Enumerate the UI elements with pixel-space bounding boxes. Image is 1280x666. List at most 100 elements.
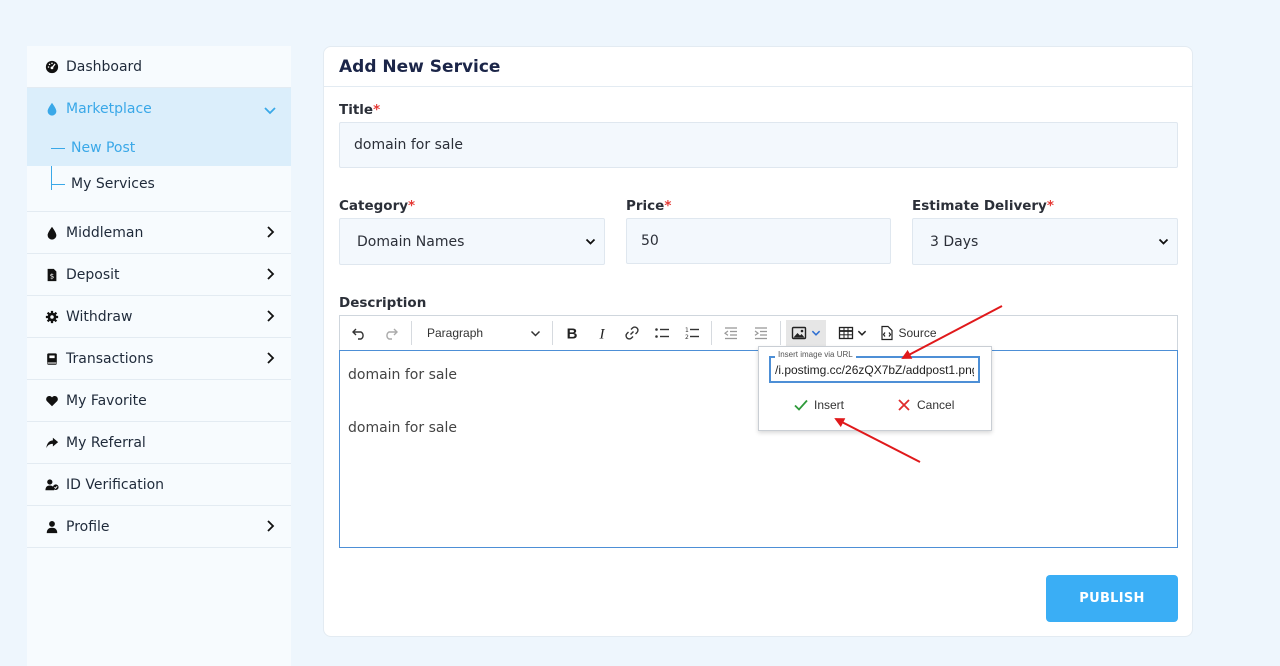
redo-button[interactable]: [376, 320, 406, 347]
heading-select[interactable]: Paragraph: [417, 320, 547, 347]
share-icon: [44, 435, 60, 451]
gear-icon: [44, 309, 60, 325]
svg-text:B: B: [567, 326, 578, 342]
toolbar-separator: [711, 321, 712, 345]
subitem-label: New Post: [71, 140, 136, 156]
sidebar-item-middleman[interactable]: Middleman: [27, 212, 291, 254]
required-mark: *: [408, 198, 416, 214]
link-icon: [625, 326, 639, 340]
sidebar-item-my-favorite[interactable]: My Favorite: [27, 380, 291, 422]
insert-table-button[interactable]: [833, 320, 871, 347]
svg-text:1: 1: [685, 327, 689, 334]
chevron-right-icon: [267, 352, 275, 364]
sidebar-item-deposit[interactable]: $ Deposit: [27, 254, 291, 296]
add-service-card: Add New Service Title* domain for sale C…: [323, 46, 1193, 637]
chevron-down-icon: [857, 330, 866, 336]
sidebar-item-id-verification[interactable]: ID Verification: [27, 464, 291, 506]
marketplace-submenu: New Post My Services: [27, 130, 291, 212]
redo-icon: [386, 328, 398, 340]
sidebar-item-profile[interactable]: Profile: [27, 506, 291, 548]
bulleted-list-button[interactable]: [648, 320, 676, 347]
undo-icon: [352, 328, 364, 340]
category-value: Domain Names: [357, 233, 465, 250]
delivery-label-text: Estimate Delivery: [912, 198, 1047, 214]
title-label-text: Title: [339, 102, 374, 118]
price-label: Price*: [626, 198, 671, 214]
insert-label: Insert: [814, 398, 845, 412]
sidebar-item-label: Withdraw: [66, 308, 133, 325]
image-icon: [791, 326, 807, 340]
sidebar-item-my-referral[interactable]: My Referral: [27, 422, 291, 464]
outdent-icon: [723, 327, 737, 340]
indent-icon: [754, 327, 767, 340]
sidebar-item-transactions[interactable]: Transactions: [27, 338, 291, 380]
undo-button[interactable]: [344, 320, 374, 347]
source-label: Source: [898, 326, 937, 340]
image-url-legend: Insert image via URL: [775, 350, 856, 359]
chevron-right-icon: [267, 310, 275, 322]
title-input[interactable]: domain for sale: [339, 122, 1178, 168]
required-mark: *: [1046, 198, 1054, 214]
sidebar-item-label: Profile: [66, 518, 110, 535]
sidebar-item-label: Deposit: [66, 266, 120, 283]
numbered-list-icon: 12: [685, 327, 699, 341]
chevron-down-icon: [264, 107, 276, 115]
sidebar-item-label: ID Verification: [66, 476, 165, 493]
chevron-right-icon: [267, 520, 275, 532]
sidebar-item-marketplace[interactable]: Marketplace: [27, 88, 291, 130]
page-title: Add New Service: [324, 47, 1192, 87]
source-button[interactable]: Source: [876, 320, 940, 347]
svg-text:I: I: [599, 327, 606, 342]
link-button[interactable]: [618, 320, 646, 347]
image-url-input[interactable]: [769, 356, 980, 383]
user-icon: [44, 519, 60, 535]
sidebar-item-label: My Favorite: [66, 392, 147, 409]
bulleted-list-icon: [655, 328, 669, 338]
category-select[interactable]: Domain Names: [339, 218, 605, 265]
toolbar-separator: [552, 321, 553, 345]
checkmark-icon: [794, 399, 808, 411]
chevron-down-icon: [585, 238, 596, 245]
chevron-right-icon: [267, 268, 275, 280]
title-label: Title*: [339, 102, 380, 118]
outdent-button[interactable]: [717, 320, 745, 347]
sidebar-item-label: Marketplace: [66, 101, 152, 117]
chevron-right-icon: [267, 226, 275, 238]
insert-button[interactable]: Insert: [793, 394, 844, 416]
insert-image-popup: Insert image via URL Insert Cancel: [758, 346, 992, 431]
italic-icon: I: [599, 327, 606, 342]
delivery-select[interactable]: 3 Days: [912, 218, 1178, 265]
editor-toolbar: Paragraph B I 12 Source: [339, 315, 1178, 350]
chevron-down-icon: [530, 330, 541, 337]
close-icon: [898, 399, 910, 411]
publish-button[interactable]: PUBLISH: [1046, 575, 1178, 622]
sidebar-item-label: Transactions: [66, 350, 154, 367]
bold-icon: B: [567, 326, 578, 342]
source-icon: [881, 325, 894, 341]
chevron-down-icon: [1158, 238, 1169, 245]
description-label: Description: [339, 295, 427, 311]
required-mark: *: [664, 198, 672, 214]
sidebar-subitem-my-services[interactable]: My Services: [27, 166, 291, 202]
sidebar-item-label: Middleman: [66, 224, 144, 241]
title-value: domain for sale: [354, 137, 463, 153]
table-icon: [838, 326, 853, 340]
numbered-list-button[interactable]: 12: [678, 320, 706, 347]
bold-button[interactable]: B: [558, 320, 586, 347]
dashboard-icon: [44, 59, 60, 75]
sidebar-item-dashboard[interactable]: Dashboard: [27, 46, 291, 88]
italic-button[interactable]: I: [588, 320, 616, 347]
sidebar-item-withdraw[interactable]: Withdraw: [27, 296, 291, 338]
sidebar: Dashboard Marketplace New Post My Servic…: [27, 46, 291, 666]
indent-button[interactable]: [747, 320, 775, 347]
cancel-label: Cancel: [917, 398, 955, 412]
insert-image-button[interactable]: [786, 319, 826, 347]
price-input[interactable]: 50: [626, 218, 891, 264]
subitem-label: My Services: [71, 176, 155, 192]
heading-select-value: Paragraph: [427, 326, 484, 340]
cancel-button[interactable]: Cancel: [896, 394, 954, 416]
price-label-text: Price: [626, 198, 665, 214]
sidebar-subitem-new-post[interactable]: New Post: [27, 130, 291, 166]
category-label-text: Category: [339, 198, 409, 214]
svg-text:$: $: [50, 272, 54, 280]
